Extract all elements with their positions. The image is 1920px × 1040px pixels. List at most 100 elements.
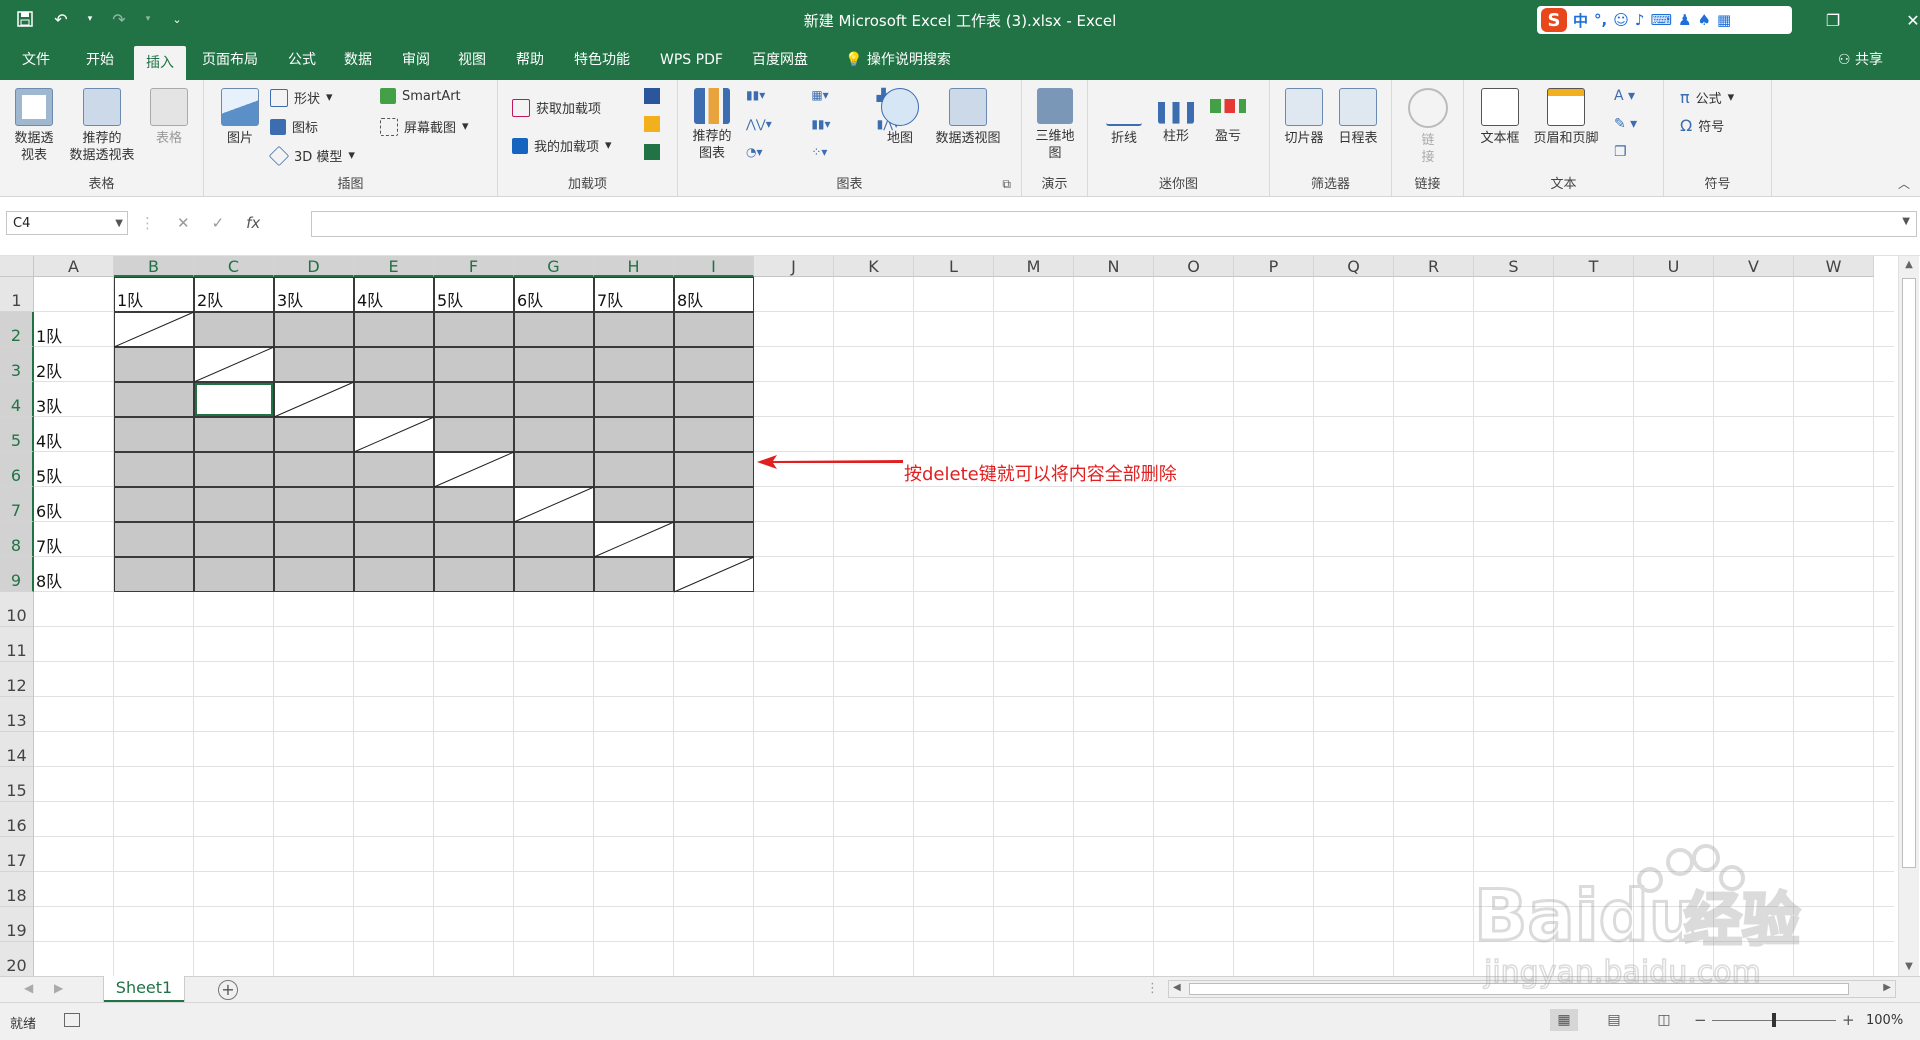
split-handle-icon[interactable]: ⋮ (1146, 981, 1159, 996)
zoom-out-icon[interactable]: − (1694, 1011, 1707, 1029)
shapes-button[interactable]: 形状 ▾ (270, 88, 333, 107)
expand-formula-icon[interactable]: ▼ (1902, 216, 1910, 227)
row-header-18[interactable]: 18 (0, 872, 34, 907)
diagonal-cell[interactable] (674, 557, 754, 592)
scroll-right-icon[interactable]: ▶ (1883, 982, 1891, 993)
column-header-h[interactable]: H (594, 256, 674, 277)
column-header-g[interactable]: G (514, 256, 594, 277)
row-header-7[interactable]: 7 (0, 487, 34, 522)
diagonal-cell[interactable] (194, 347, 274, 382)
gray-cell[interactable] (274, 417, 354, 452)
sparkline-winloss-button[interactable]: 盈亏 (1206, 88, 1250, 145)
recommended-charts-button[interactable]: 推荐的 图表 (686, 88, 738, 162)
gray-cell[interactable] (114, 452, 194, 487)
vertical-scrollbar[interactable]: ▲ ▼ (1898, 256, 1919, 976)
gray-cell[interactable] (594, 487, 674, 522)
gray-cell[interactable] (594, 452, 674, 487)
gray-cell[interactable] (194, 522, 274, 557)
gray-cell[interactable] (114, 382, 194, 417)
horizontal-scroll-thumb[interactable] (1189, 983, 1849, 995)
gray-cell[interactable] (194, 312, 274, 347)
gray-cell[interactable] (434, 312, 514, 347)
active-cell[interactable] (194, 382, 274, 417)
sparkline-line-button[interactable]: 折线 (1102, 88, 1146, 147)
tab-wps-pdf[interactable]: WPS PDF (648, 40, 735, 80)
column-header-i[interactable]: I (674, 256, 754, 277)
macro-record-icon[interactable] (64, 1013, 80, 1027)
scroll-left-icon[interactable]: ◀ (1173, 982, 1181, 993)
icons-button[interactable]: 图标 (270, 117, 318, 136)
header-footer-button[interactable]: 页眉和页脚 (1526, 88, 1606, 147)
slicer-button[interactable]: 切片器 (1278, 88, 1330, 147)
tab-home[interactable]: 开始 (74, 40, 126, 80)
gray-cell[interactable] (274, 487, 354, 522)
row-label-cell[interactable]: 2队 (34, 347, 114, 382)
gray-cell[interactable] (434, 487, 514, 522)
gray-cell[interactable] (594, 347, 674, 382)
signature-line-icon[interactable]: ✎ ▾ (1614, 116, 1637, 132)
row-header-14[interactable]: 14 (0, 732, 34, 767)
cancel-icon[interactable]: ✕ (177, 214, 190, 232)
gray-cell[interactable] (114, 522, 194, 557)
emoji-icon[interactable]: ☺ (1613, 11, 1629, 29)
column-header-j[interactable]: J (754, 256, 834, 277)
column-header-o[interactable]: O (1154, 256, 1234, 277)
gray-cell[interactable] (274, 452, 354, 487)
row-header-17[interactable]: 17 (0, 837, 34, 872)
column-header-q[interactable]: Q (1314, 256, 1394, 277)
gray-cell[interactable] (674, 417, 754, 452)
collapse-ribbon-icon[interactable]: ︿ (1898, 175, 1910, 192)
tab-special-features[interactable]: 特色功能 (562, 40, 642, 80)
table-header-cell[interactable]: 2队 (194, 277, 274, 312)
sparkline-column-button[interactable]: 柱形 (1154, 88, 1198, 145)
gray-cell[interactable] (194, 487, 274, 522)
horizontal-scrollbar[interactable]: ◀ ▶ (1168, 980, 1896, 998)
punctuation-icon[interactable]: °, (1594, 11, 1607, 29)
share-button[interactable]: ⚇ 共享 (1838, 40, 1883, 80)
formula-input[interactable]: ▼ (311, 211, 1917, 237)
gray-cell[interactable] (354, 452, 434, 487)
diagonal-cell[interactable] (354, 417, 434, 452)
row-header-12[interactable]: 12 (0, 662, 34, 697)
page-layout-view-icon[interactable]: ▤ (1600, 1009, 1628, 1031)
gray-cell[interactable] (514, 312, 594, 347)
symbol-button[interactable]: Ω 符号 (1680, 116, 1724, 135)
row-label-cell[interactable]: 1队 (34, 312, 114, 347)
table-header-cell[interactable]: 4队 (354, 277, 434, 312)
hierarchy-chart-icon[interactable]: ▦▾ (811, 88, 870, 111)
table-header-cell[interactable]: 3队 (274, 277, 354, 312)
textbox-button[interactable]: 文本框 (1474, 88, 1526, 147)
select-all-corner[interactable] (0, 256, 34, 277)
scroll-up-icon[interactable]: ▲ (1899, 256, 1919, 274)
my-addins-button[interactable]: 我的加载项 ▾ (512, 136, 612, 155)
row-header-4[interactable]: 4 (0, 382, 34, 417)
tell-me-search[interactable]: 💡 操作说明搜索 (845, 40, 951, 80)
row-header-20[interactable]: 20 (0, 942, 34, 977)
column-header-p[interactable]: P (1234, 256, 1314, 277)
gray-cell[interactable] (114, 487, 194, 522)
diagonal-cell[interactable] (114, 312, 194, 347)
column-header-s[interactable]: S (1474, 256, 1554, 277)
row-header-2[interactable]: 2 (0, 312, 34, 347)
row-header-19[interactable]: 19 (0, 907, 34, 942)
column-header-a[interactable]: A (34, 256, 114, 277)
gray-cell[interactable] (514, 417, 594, 452)
3d-map-button[interactable]: 三维地 图 (1030, 88, 1080, 162)
row-label-cell[interactable]: 5队 (34, 452, 114, 487)
pivot-chart-button[interactable]: 数据透视图 (926, 88, 1010, 147)
zoom-in-icon[interactable]: + (1842, 1011, 1855, 1029)
column-header-k[interactable]: K (834, 256, 914, 277)
row-header-1[interactable]: 1 (0, 277, 34, 312)
wordart-icon[interactable]: A ▾ (1614, 88, 1635, 104)
row-header-6[interactable]: 6 (0, 452, 34, 487)
row-label-cell[interactable]: 4队 (34, 417, 114, 452)
row-header-9[interactable]: 9 (0, 557, 34, 592)
picture-button[interactable]: 图片 (218, 88, 262, 147)
gray-cell[interactable] (674, 347, 754, 382)
row-header-16[interactable]: 16 (0, 802, 34, 837)
gray-cell[interactable] (274, 312, 354, 347)
gray-cell[interactable] (434, 417, 514, 452)
zoom-slider-thumb[interactable] (1772, 1013, 1776, 1027)
gray-cell[interactable] (674, 312, 754, 347)
gray-cell[interactable] (114, 417, 194, 452)
